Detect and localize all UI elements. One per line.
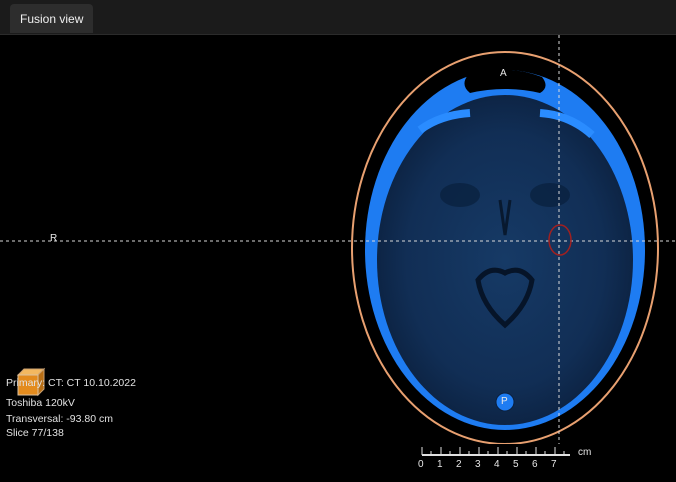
- scale-tick-1: 1: [437, 459, 443, 470]
- scale-tick-7: 7: [551, 459, 557, 470]
- slice-position-label: Transversal: -93.80 cm: [6, 413, 113, 425]
- tab-fusion-view[interactable]: Fusion view: [10, 4, 94, 33]
- orientation-right: R: [50, 233, 58, 244]
- scale-tick-2: 2: [456, 459, 462, 470]
- primary-series-label: Primary: CT: CT 10.10.2022: [6, 377, 136, 389]
- scale-tick-5: 5: [513, 459, 519, 470]
- scale-tick-4: 4: [494, 459, 500, 470]
- tab-bar: Fusion view: [0, 0, 676, 35]
- scale-unit: cm: [578, 447, 592, 458]
- scale-tick-labels: 0 1 2 3 4 5 6 7: [418, 459, 568, 471]
- scanner-label: Toshiba 120kV: [6, 397, 75, 409]
- scale-tick-0: 0: [418, 459, 424, 470]
- brain-tissue: [377, 95, 633, 425]
- scale-bar: 0 1 2 3 4 5 6 7 cm: [418, 447, 598, 482]
- slice-number-label: Slice 77/138: [6, 427, 64, 439]
- scale-tick-6: 6: [532, 459, 538, 470]
- image-viewport[interactable]: A P R Primary: CT: CT 10.10.2022 Toshiba…: [0, 35, 676, 470]
- scale-tick-3: 3: [475, 459, 481, 470]
- orientation-anterior: A: [500, 68, 507, 79]
- orientation-posterior: P: [501, 396, 508, 407]
